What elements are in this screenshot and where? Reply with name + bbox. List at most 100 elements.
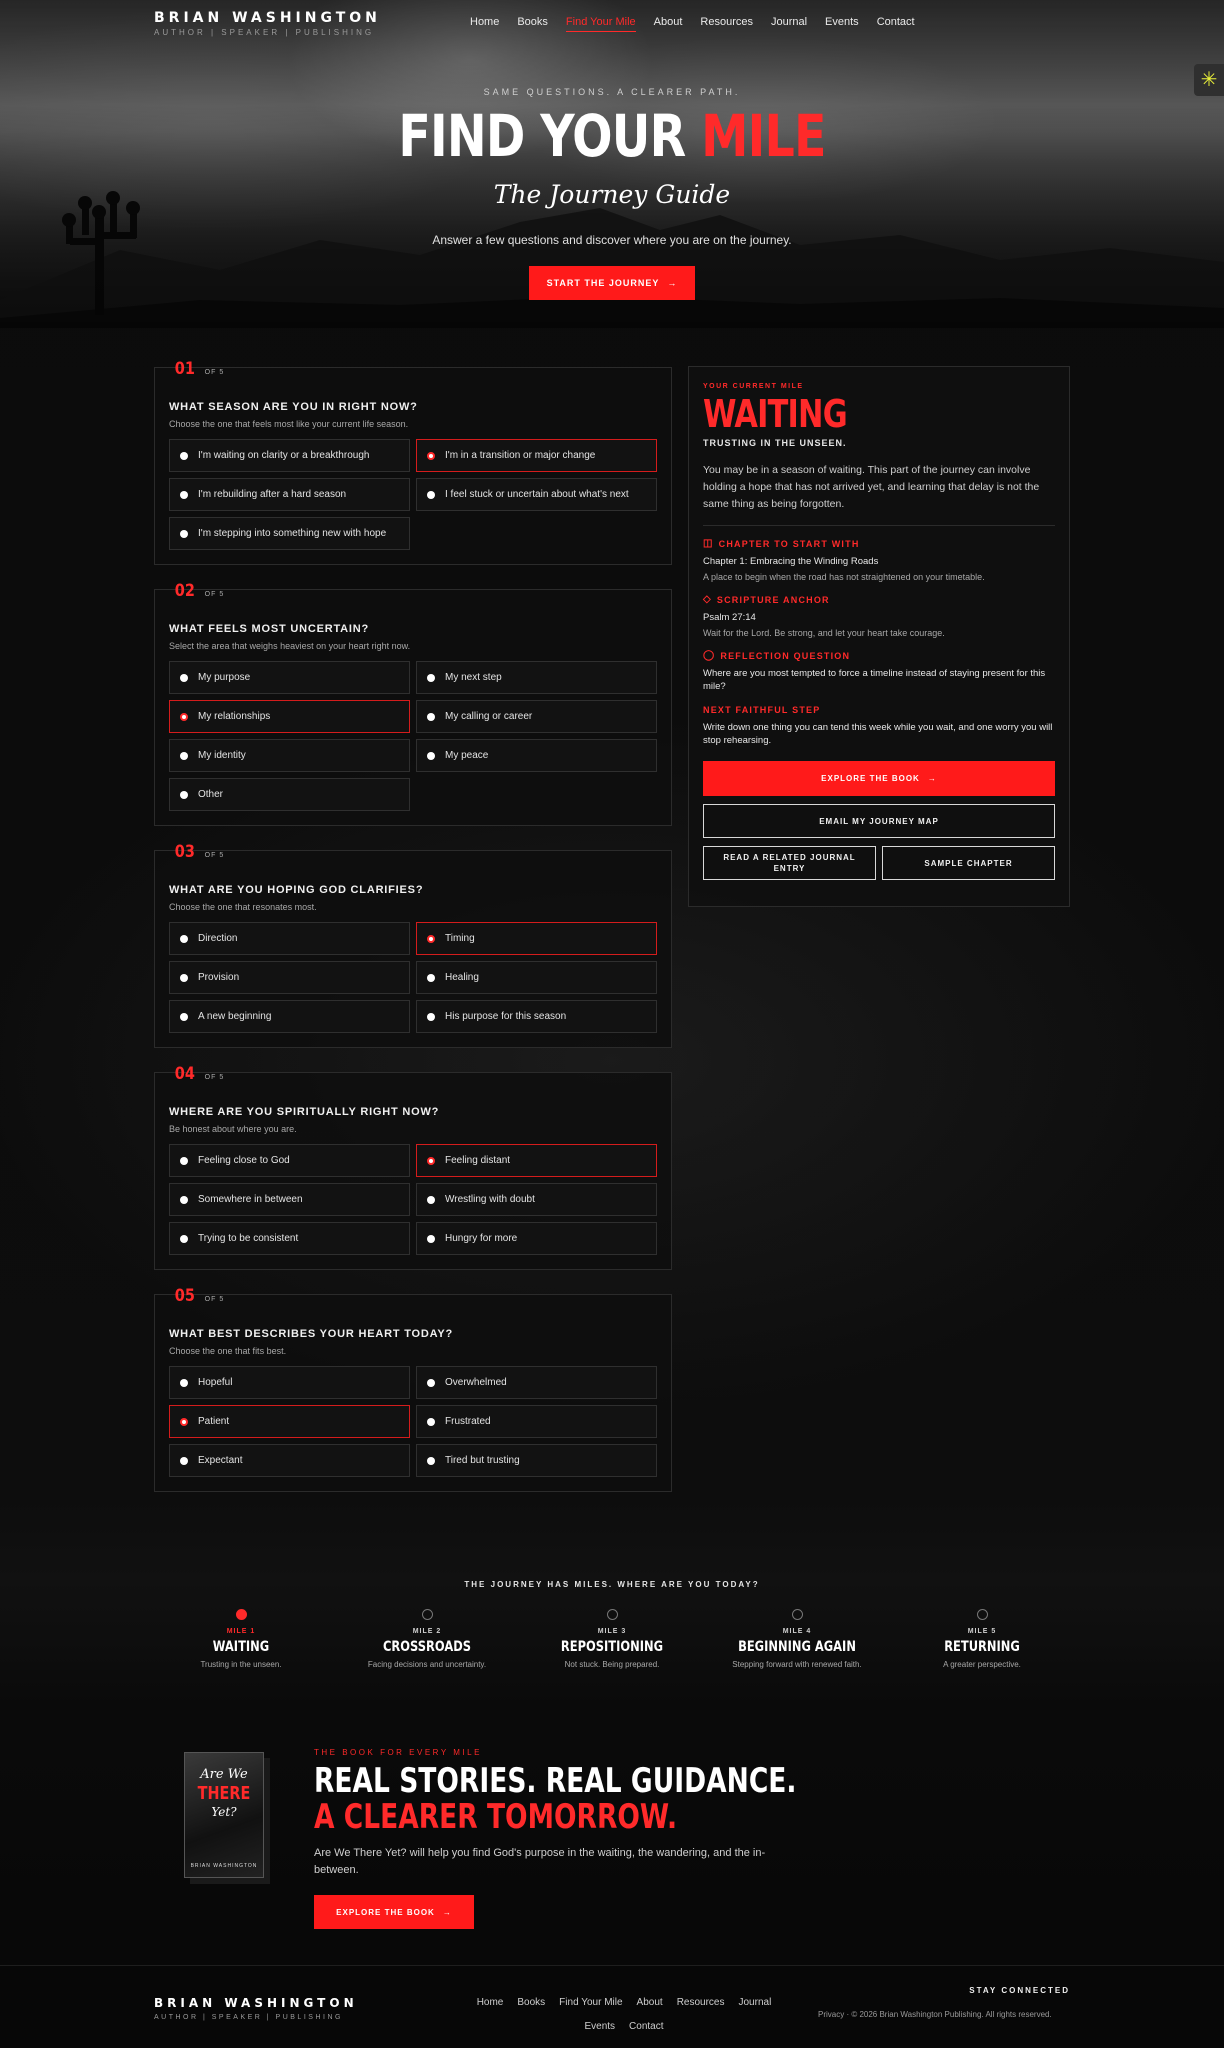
- answer-option[interactable]: My purpose: [169, 661, 410, 694]
- mile-label: MILE 5: [967, 1628, 997, 1635]
- answer-option[interactable]: Overwhelmed: [416, 1366, 657, 1399]
- question-card: 02 OF 5 WHAT FEELS MOST UNCERTAIN? Select t…: [154, 581, 672, 826]
- answer-option[interactable]: Feeling close to God: [169, 1144, 410, 1177]
- promo-headline: REAL STORIES. REAL GUIDANCE. A CLEARER TO…: [314, 1763, 796, 1837]
- answer-option[interactable]: Provision: [169, 961, 410, 994]
- footer-nav-journal[interactable]: Journal: [739, 1997, 772, 2008]
- brand-name: BRIAN WASHINGTON: [154, 10, 381, 26]
- answer-option[interactable]: Healing: [416, 961, 657, 994]
- footer-nav-about[interactable]: About: [637, 1997, 663, 2008]
- mile-2[interactable]: MILE 2 CROSSROADS Facing decisions and unc…: [337, 1609, 517, 1669]
- answer-option[interactable]: I feel stuck or uncertain about what's n…: [416, 478, 657, 511]
- answer-option-label: Trying to be consistent: [198, 1233, 299, 1244]
- answer-option[interactable]: Hopeful: [169, 1366, 410, 1399]
- sample-chapter-button[interactable]: SAMPLE CHAPTER: [882, 846, 1055, 880]
- copyright: Privacy · © 2026 Brian Washington Publis…: [818, 2010, 1052, 2019]
- scripture-text: Wait for the Lord. Be strong, and let yo…: [703, 628, 945, 638]
- book-cover-author: BRIAN WASHINGTON: [190, 1863, 258, 1869]
- footer-nav-events[interactable]: Events: [584, 2021, 615, 2032]
- hero-lead: Answer a few questions and discover wher…: [432, 233, 792, 247]
- start-journey-button[interactable]: START THE JOURNEY →: [529, 266, 695, 300]
- answer-option[interactable]: My identity: [169, 739, 410, 772]
- mile-marker: [976, 1609, 988, 1620]
- answer-option[interactable]: Tired but trusting: [416, 1444, 657, 1477]
- question-title: WHAT SEASON ARE YOU IN RIGHT NOW?: [169, 401, 418, 413]
- footer-nav-resources[interactable]: Resources: [677, 1997, 725, 2008]
- mile-desc: Trusting in the unseen.: [200, 1660, 282, 1669]
- mile-1[interactable]: MILE 1 WAITING Trusting in the unseen.: [151, 1609, 331, 1669]
- answer-option-label: Provision: [198, 972, 240, 983]
- answer-option-label: My identity: [198, 750, 246, 761]
- footer-logo[interactable]: BRIAN WASHINGTON AUTHOR | SPEAKER | PUBL…: [154, 1996, 358, 2021]
- nav-find-your-mile[interactable]: Find Your Mile: [565, 16, 636, 32]
- journal-entry-button[interactable]: READ A RELATED JOURNAL ENTRY: [703, 846, 876, 880]
- question-of: OF 5: [204, 591, 225, 598]
- question-title: WHAT ARE YOU HOPING GOD CLARIFIES?: [169, 884, 424, 896]
- answer-option[interactable]: My calling or career: [416, 700, 657, 733]
- nav-resources[interactable]: Resources: [700, 16, 753, 32]
- answer-option-label: Somewhere in between: [198, 1194, 303, 1205]
- answer-option[interactable]: I'm rebuilding after a hard season: [169, 478, 410, 511]
- footer-nav-find-your-mile[interactable]: Find Your Mile: [559, 1997, 622, 2008]
- result-subtitle: TRUSTING IN THE UNSEEN.: [703, 438, 847, 448]
- answer-option[interactable]: Trying to be consistent: [169, 1222, 410, 1255]
- result-eyebrow: YOUR CURRENT MILE: [703, 383, 804, 390]
- option-grid: I'm waiting on clarity or a breakthrough…: [169, 439, 657, 550]
- answer-option[interactable]: Patient: [169, 1405, 410, 1438]
- answer-option[interactable]: Other: [169, 778, 410, 811]
- question-number: 04 OF 5: [169, 1064, 657, 1084]
- question-index: 01: [174, 359, 195, 379]
- radio-icon: [180, 1195, 188, 1204]
- promo-headline-red: A CLEARER TOMORROW.: [314, 1797, 678, 1837]
- nav-about[interactable]: About: [654, 16, 683, 32]
- answer-option[interactable]: I'm in a transition or major change: [416, 439, 657, 472]
- answer-option[interactable]: Feeling distant: [416, 1144, 657, 1177]
- question-title: WHAT BEST DESCRIBES YOUR HEART TODAY?: [169, 1328, 454, 1340]
- explore-book-button[interactable]: EXPLORE THE BOOK →: [703, 761, 1055, 796]
- book-cover[interactable]: Are We THERE Yet? BRIAN WASHINGTON: [184, 1752, 264, 1878]
- answer-option[interactable]: I'm waiting on clarity or a breakthrough: [169, 439, 410, 472]
- answer-option[interactable]: I'm stepping into something new with hop…: [169, 517, 410, 550]
- answer-option[interactable]: My relationships: [169, 700, 410, 733]
- nav-contact[interactable]: Contact: [877, 16, 915, 32]
- question-subtitle: Choose the one that fits best.: [169, 1346, 287, 1356]
- miles-strip: THE JOURNEY HAS MILES. WHERE ARE YOU TOD…: [0, 1553, 1224, 1713]
- answer-option[interactable]: Frustrated: [416, 1405, 657, 1438]
- promo-explore-button[interactable]: EXPLORE THE BOOK →: [314, 1895, 474, 1929]
- question-of: OF 5: [204, 369, 225, 376]
- email-journey-map-button[interactable]: EMAIL MY JOURNEY MAP: [703, 804, 1055, 838]
- answer-option[interactable]: My peace: [416, 739, 657, 772]
- footer-nav-home[interactable]: Home: [477, 1997, 504, 2008]
- answer-option[interactable]: A new beginning: [169, 1000, 410, 1033]
- footer-nav-contact[interactable]: Contact: [629, 2021, 663, 2032]
- question-subtitle: Select the area that weighs heaviest on …: [169, 641, 411, 651]
- option-grid: Feeling close to God Feeling distant Somew…: [169, 1144, 657, 1255]
- mile-3[interactable]: MILE 3 REPOSITIONING Not stuck. Being prep…: [522, 1609, 702, 1669]
- question-of: OF 5: [204, 852, 225, 859]
- nav-events[interactable]: Events: [825, 16, 859, 32]
- mile-4[interactable]: MILE 4 BEGINNING AGAIN Stepping forward wi…: [707, 1609, 887, 1669]
- nav-books[interactable]: Books: [517, 16, 548, 32]
- footer-nav-books[interactable]: Books: [517, 1997, 545, 2008]
- answer-option[interactable]: Timing: [416, 922, 657, 955]
- nav-home[interactable]: Home: [470, 16, 499, 32]
- footer-nav: Home Books Find Your Mile About Resources Jou…: [454, 1990, 794, 2038]
- radio-icon: [427, 934, 435, 943]
- chapter-heading: CHAPTER TO START WITH: [718, 538, 860, 549]
- answer-option[interactable]: Expectant: [169, 1444, 410, 1477]
- hero-title: FIND YOUR MILE: [110, 102, 1114, 170]
- answer-option-label: Wrestling with doubt: [445, 1194, 535, 1205]
- answer-option-label: I'm waiting on clarity or a breakthrough: [198, 450, 370, 461]
- book-cover-line2: THERE: [197, 1783, 251, 1804]
- answer-option[interactable]: Direction: [169, 922, 410, 955]
- answer-option[interactable]: Wrestling with doubt: [416, 1183, 657, 1216]
- answer-option[interactable]: His purpose for this season: [416, 1000, 657, 1033]
- step-section: NEXT FAITHFUL STEP Write down one thing …: [703, 705, 1055, 747]
- answer-option[interactable]: My next step: [416, 661, 657, 694]
- answer-option[interactable]: Hungry for more: [416, 1222, 657, 1255]
- mile-5[interactable]: MILE 5 RETURNING A greater perspective.: [892, 1609, 1072, 1669]
- answer-option[interactable]: Somewhere in between: [169, 1183, 410, 1216]
- brand-logo[interactable]: BRIAN WASHINGTON AUTHOR | SPEAKER | PUBL…: [154, 10, 381, 37]
- nav-journal[interactable]: Journal: [771, 16, 807, 32]
- answer-option-label: His purpose for this season: [445, 1011, 567, 1022]
